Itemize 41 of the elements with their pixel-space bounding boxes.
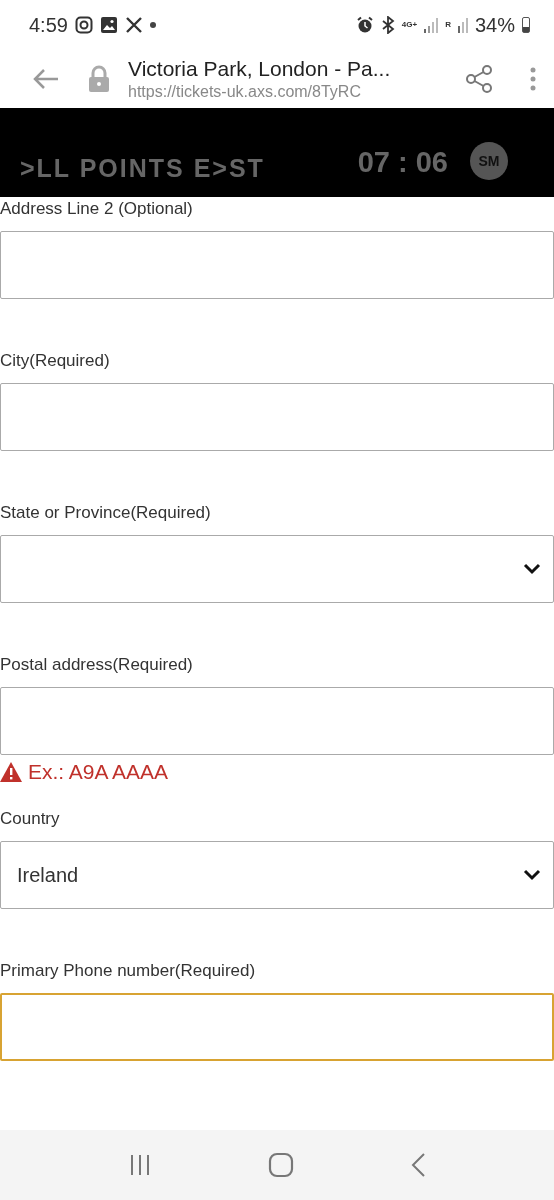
chevron-down-icon: [523, 869, 541, 881]
input-field[interactable]: [0, 993, 554, 1061]
back-arrow-icon[interactable]: [32, 67, 60, 91]
bluetooth-icon: [380, 16, 395, 34]
countdown-timer: 07 : 06: [357, 146, 448, 179]
select-field[interactable]: Ireland: [0, 841, 554, 909]
field-label: Address Line 2 (Optional): [0, 198, 194, 220]
x-logo-icon: [124, 16, 143, 34]
clock-time: 4:59: [29, 13, 68, 37]
field-label: Country: [0, 808, 61, 830]
page-url[interactable]: https://tickets-uk.axs.com/8TyRC: [128, 83, 466, 101]
input-field[interactable]: [0, 231, 554, 299]
warning-icon: [0, 762, 22, 782]
battery-icon: [522, 17, 530, 33]
image-icon: [99, 16, 118, 34]
dot-icon: [149, 22, 156, 28]
roaming-label: R: [445, 21, 451, 29]
page-title: Victoria Park, London - Pa...: [128, 57, 392, 81]
site-logo[interactable]: >LL POINTS E>ST: [20, 154, 358, 183]
battery-percent: 34%: [474, 13, 515, 37]
user-avatar[interactable]: SM: [470, 142, 508, 180]
network-label: 4G+: [401, 21, 418, 29]
field-label: Primary Phone number(Required): [0, 960, 257, 982]
select-field[interactable]: [0, 535, 554, 603]
home-icon[interactable]: [268, 1152, 294, 1178]
field-label: Postal address(Required): [0, 654, 194, 676]
recent-apps-icon[interactable]: [128, 1153, 152, 1177]
back-icon[interactable]: [410, 1152, 426, 1178]
camera-icon: [74, 16, 93, 34]
alarm-icon: [355, 16, 374, 34]
chevron-down-icon: [523, 563, 541, 575]
share-icon[interactable]: [466, 65, 492, 93]
field-label: State or Province(Required): [0, 502, 212, 524]
signal-icon: [424, 17, 439, 33]
field-label: City(Required): [0, 350, 111, 372]
lock-icon: [88, 65, 110, 93]
input-field[interactable]: [0, 383, 554, 451]
input-field[interactable]: [0, 687, 554, 755]
error-message: Ex.: A9A AAAA: [28, 760, 169, 784]
more-icon[interactable]: [530, 67, 536, 91]
signal-icon: [457, 17, 468, 33]
